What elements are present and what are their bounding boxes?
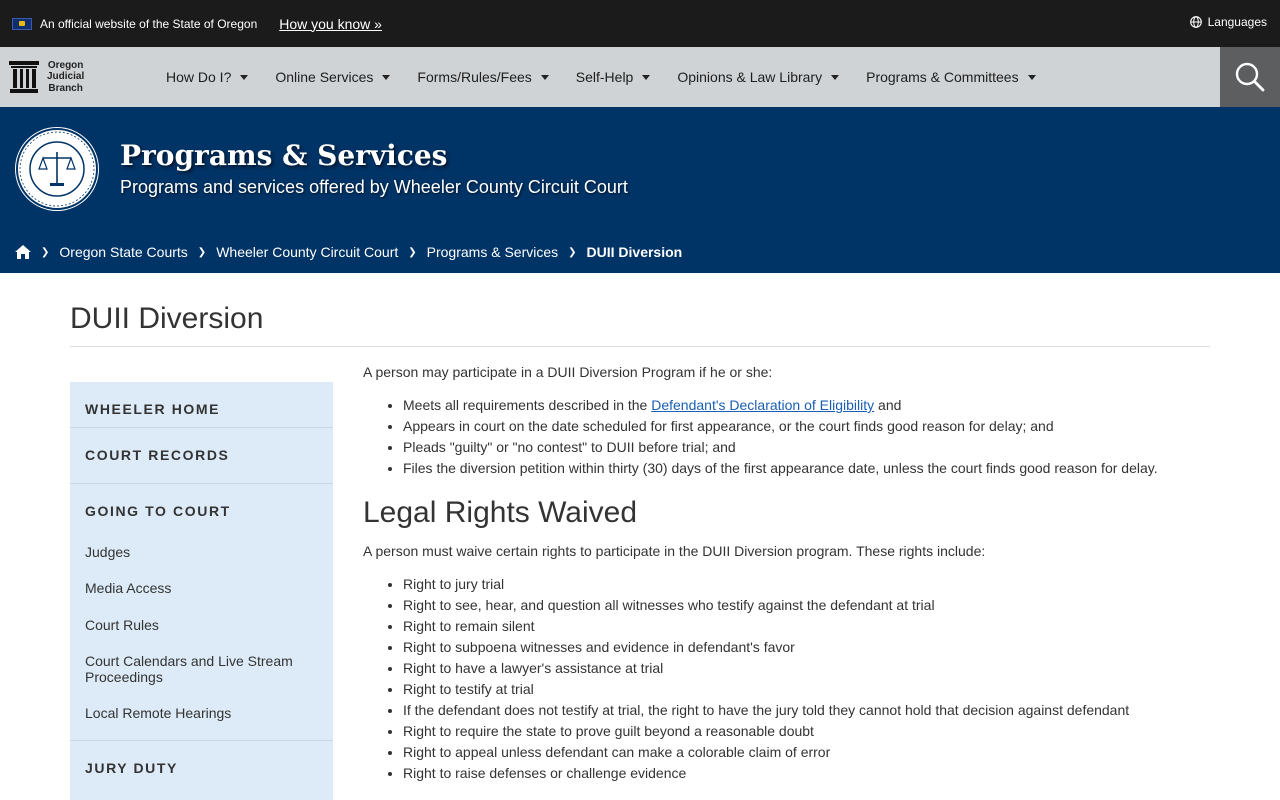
rights-list: Right to jury trial Right to see, hear, … <box>403 574 1203 784</box>
breadcrumb-current: DUII Diversion <box>586 244 683 260</box>
chevron-right-icon: ❯ <box>568 246 577 258</box>
caret-down-icon <box>1027 74 1036 80</box>
nav-item-self-help[interactable]: Self-Help <box>576 69 651 85</box>
globe-icon <box>1189 16 1202 28</box>
caret-down-icon <box>831 74 840 80</box>
sidebar-nav: WHEELER HOME COURT RECORDS GOING TO COUR… <box>70 382 333 800</box>
home-icon[interactable] <box>15 245 31 259</box>
nav-item-opinions-law-library[interactable]: Opinions & Law Library <box>677 69 840 85</box>
logo-text: Oregon Judicial Branch <box>47 59 85 94</box>
how-you-know-link[interactable]: How you know » <box>279 16 382 32</box>
search-button[interactable] <box>1220 47 1280 107</box>
breadcrumb: ❯ Oregon State Courts ❯ Wheeler County C… <box>15 244 682 260</box>
sidebar-link-media-access[interactable]: Media Access <box>70 580 333 596</box>
breadcrumb-programs-services[interactable]: Programs & Services <box>427 244 558 260</box>
list-item: Right to appeal unless defendant can mak… <box>403 742 1203 763</box>
nav-item-online-services[interactable]: Online Services <box>275 69 391 85</box>
hero-title: Programs & Services <box>120 139 448 172</box>
page-hero: Programs & Services Programs and service… <box>0 107 1280 273</box>
ojd-logo[interactable]: Oregon Judicial Branch <box>0 60 156 95</box>
main-content: A person may participate in a DUII Diver… <box>363 364 1203 784</box>
official-banner: An official website of the State of Oreg… <box>0 0 1280 47</box>
caret-down-icon <box>642 74 651 80</box>
title-divider <box>70 346 1210 347</box>
sidebar-link-judges[interactable]: Judges <box>70 544 333 560</box>
list-item: Files the diversion petition within thir… <box>403 458 1203 479</box>
nav-item-forms-rules-fees[interactable]: Forms/Rules/Fees <box>417 69 549 85</box>
list-item: If the defendant does not testify at tri… <box>403 700 1203 721</box>
sidebar-link-court-calendars[interactable]: Court Calendars and Live Stream Proceedi… <box>70 653 310 685</box>
official-site-text: An official website of the State of Oreg… <box>40 16 258 31</box>
languages-button[interactable]: Languages <box>1189 15 1267 29</box>
sidebar-section-going-to-court: GOING TO COURT Judges Media Access Court… <box>70 484 333 741</box>
list-item: Right to have a lawyer's assistance at t… <box>403 658 1203 679</box>
list-item: Right to remain silent <box>403 616 1203 637</box>
caret-down-icon <box>240 74 249 80</box>
languages-label: Languages <box>1207 15 1267 29</box>
hero-subtitle: Programs and services offered by Wheeler… <box>120 177 628 197</box>
sidebar-item-court-records[interactable]: COURT RECORDS <box>70 447 333 463</box>
eligibility-list: Meets all requirements described in the … <box>403 395 1203 479</box>
sidebar-item-wheeler-home[interactable]: WHEELER HOME <box>70 401 333 417</box>
breadcrumb-wheeler-county[interactable]: Wheeler County Circuit Court <box>216 244 398 260</box>
sidebar-item-going-to-court[interactable]: GOING TO COURT <box>70 503 333 519</box>
sidebar-section-court-records: COURT RECORDS <box>70 428 333 484</box>
caret-down-icon <box>382 74 391 80</box>
chevron-right-icon: ❯ <box>197 246 207 258</box>
nav-item-how-do-i[interactable]: How Do I? <box>166 69 249 85</box>
list-item: Right to subpoena witnesses and evidence… <box>403 637 1203 658</box>
chevron-right-icon: ❯ <box>41 246 50 258</box>
sidebar-link-local-remote-hearings[interactable]: Local Remote Hearings <box>70 705 333 721</box>
courthouse-icon <box>9 61 39 93</box>
main-nav: Oregon Judicial Branch How Do I? Online … <box>0 47 1280 107</box>
sidebar-link-court-rules[interactable]: Court Rules <box>70 617 333 633</box>
list-item: Appears in court on the date scheduled f… <box>403 416 1203 437</box>
rights-intro: A person must waive certain rights to pa… <box>363 543 986 559</box>
sidebar-item-jury-duty[interactable]: JURY DUTY <box>70 760 333 776</box>
rights-heading: Legal Rights Waived <box>363 496 638 529</box>
breadcrumb-oregon-state-courts[interactable]: Oregon State Courts <box>59 244 187 260</box>
chevron-right-icon: ❯ <box>408 246 417 258</box>
intro-paragraph: A person may participate in a DUII Diver… <box>363 364 773 380</box>
page-title: DUII Diversion <box>70 302 264 335</box>
search-icon <box>1235 62 1265 92</box>
sidebar-section-jury-duty: JURY DUTY <box>70 741 333 800</box>
nav-item-programs-committees[interactable]: Programs & Committees <box>866 69 1036 85</box>
list-item: Pleads "guilty" or "no contest" to DUII … <box>403 437 1203 458</box>
list-item: Right to see, hear, and question all wit… <box>403 595 1203 616</box>
list-item: Right to raise defenses or challenge evi… <box>403 763 1203 784</box>
sidebar-section-wheeler-home: WHEELER HOME <box>70 382 333 428</box>
caret-down-icon <box>540 74 549 80</box>
list-item: Right to require the state to prove guil… <box>403 721 1203 742</box>
list-item: Right to testify at trial <box>403 679 1203 700</box>
oregon-flag-icon <box>12 17 32 30</box>
nav-menu: How Do I? Online Services Forms/Rules/Fe… <box>166 69 1063 85</box>
declaration-of-eligibility-link[interactable]: Defendant's Declaration of Eligibility <box>651 397 874 413</box>
judicial-department-seal <box>15 127 99 211</box>
list-item: Meets all requirements described in the … <box>403 395 1203 416</box>
list-item: Right to jury trial <box>403 574 1203 595</box>
